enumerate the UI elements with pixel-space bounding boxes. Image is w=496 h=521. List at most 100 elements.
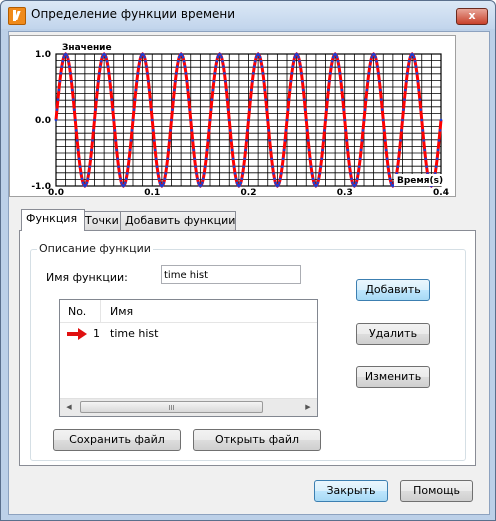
modify-button[interactable]: Изменить (356, 366, 430, 388)
series-point (78, 165, 82, 168)
series-point (302, 88, 305, 92)
series-point (380, 98, 383, 101)
series-point (258, 55, 262, 59)
column-header-no[interactable]: No. (68, 305, 86, 318)
series-point (89, 157, 92, 161)
series-point (374, 55, 377, 59)
series-point (265, 108, 269, 111)
series-point (439, 118, 443, 122)
series-point (125, 172, 129, 175)
tab-add-functions[interactable]: Добавить функции (120, 211, 236, 230)
series-point (323, 129, 326, 132)
series-point (207, 129, 211, 132)
series-point (134, 88, 138, 92)
series-point (334, 53, 338, 57)
series-point (369, 59, 373, 63)
title-bar[interactable]: Определение функции времени x (1, 1, 495, 29)
series-point (291, 65, 295, 68)
time-function-chart: 1.0 0.0 -1.0 0.0 0.1 0.2 0.3 0.4 Значение Время… (9, 35, 456, 198)
series-point (165, 165, 168, 168)
series-point (346, 148, 349, 152)
series-point (417, 88, 421, 92)
series-point (357, 165, 361, 168)
series-point (370, 55, 374, 59)
series-point (103, 53, 107, 57)
close-window-button[interactable]: x (456, 8, 488, 25)
function-list[interactable]: No. Имя 1 time hist ◀ III ▶ (59, 299, 318, 417)
series-point (288, 88, 292, 92)
column-header-name[interactable]: Имя (110, 305, 133, 318)
series-point (241, 172, 245, 175)
series-point (212, 79, 216, 83)
close-button[interactable]: Закрыть (314, 480, 388, 502)
series-point (398, 148, 401, 152)
list-item[interactable]: 1 time hist (60, 326, 317, 342)
series-point (251, 79, 254, 83)
series-point (109, 88, 113, 92)
series-point (127, 157, 131, 161)
series-point (381, 118, 385, 122)
series-point (152, 139, 156, 142)
delete-button[interactable]: Удалить (356, 323, 430, 345)
series-point (167, 148, 170, 152)
tab-function[interactable]: Функция (21, 209, 85, 231)
series-point (115, 148, 118, 152)
series-point (132, 108, 136, 111)
series-point (318, 172, 322, 175)
series-point (208, 118, 212, 122)
series-point (341, 98, 345, 101)
series-point (133, 98, 137, 101)
series-point (184, 72, 188, 75)
series-point (221, 59, 224, 63)
series-point (363, 108, 367, 111)
series-point (350, 177, 353, 181)
window-title: Определение функции времени (31, 7, 236, 21)
series-point (397, 157, 400, 161)
series-point (309, 165, 313, 168)
series-point (361, 129, 365, 132)
series-point (120, 181, 123, 185)
series-point (227, 118, 231, 122)
series-point (306, 139, 310, 142)
scroll-thumb[interactable]: III (80, 401, 263, 413)
scroll-right-icon[interactable]: ▶ (303, 402, 313, 412)
series-point (272, 172, 275, 175)
series-point (368, 65, 372, 68)
scroll-left-icon[interactable]: ◀ (64, 402, 74, 412)
series-point (185, 79, 189, 83)
series-point (174, 79, 177, 83)
series-point (262, 79, 266, 83)
tab-points[interactable]: Точки (80, 211, 125, 230)
series-point (180, 53, 184, 57)
series-point (407, 59, 411, 63)
series-point (382, 129, 386, 132)
series-point (384, 148, 388, 152)
series-point (367, 72, 371, 75)
open-file-button[interactable]: Открыть файл (193, 429, 321, 451)
horizontal-scrollbar[interactable]: ◀ III ▶ (60, 398, 317, 416)
add-button[interactable]: Добавить (356, 279, 430, 301)
series-point (156, 172, 160, 175)
series-point (419, 108, 423, 111)
series-point (166, 157, 169, 161)
series-point (267, 129, 271, 132)
function-name-input[interactable]: time hist (161, 265, 301, 284)
series-point (87, 172, 91, 175)
series-point (99, 59, 103, 63)
series-point (158, 181, 162, 185)
series-point (62, 55, 65, 59)
series-point (379, 88, 382, 92)
series-point (303, 108, 307, 111)
series-point (373, 53, 376, 57)
series-point (345, 139, 348, 142)
series-point (435, 157, 439, 161)
series-point (228, 129, 232, 132)
series-point (271, 165, 274, 168)
help-button[interactable]: Помощь (400, 480, 473, 502)
series-point (190, 129, 194, 132)
series-point (201, 181, 204, 185)
series-point (315, 183, 319, 187)
series-point (328, 79, 331, 83)
series-point (320, 157, 323, 161)
save-file-button[interactable]: Сохранить файл (53, 429, 181, 451)
